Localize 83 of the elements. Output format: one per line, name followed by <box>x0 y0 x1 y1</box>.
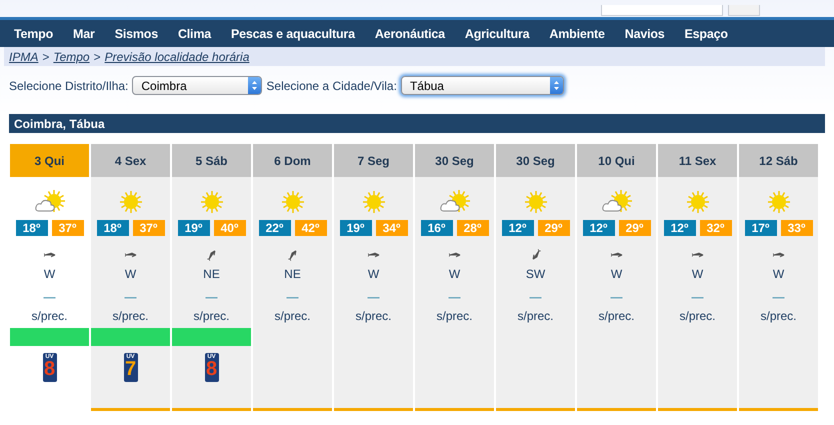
nav-link[interactable]: Navios <box>614 26 675 40</box>
wind-direction: W <box>44 267 56 281</box>
day-tab[interactable]: 30 Seg <box>415 144 494 177</box>
day-tab[interactable]: 6 Dom <box>253 144 332 177</box>
day-tab[interactable]: 12 Sáb <box>739 144 818 177</box>
precipitation-mark: — <box>692 290 704 304</box>
max-temperature: 37º <box>132 220 164 236</box>
wind-direction: W <box>368 267 380 281</box>
nav-link[interactable]: Mar <box>63 26 105 40</box>
max-temperature: 40º <box>214 220 246 236</box>
day-tab[interactable]: 11 Sex <box>658 144 737 177</box>
breadcrumb-separator: > <box>42 50 50 64</box>
min-temperature: 22º <box>258 220 290 236</box>
min-temperature: 16º <box>420 220 452 236</box>
day-tab[interactable]: 5 Sáb <box>172 144 251 177</box>
max-temperature: 29º <box>538 220 570 236</box>
wind-direction: SW <box>526 267 546 281</box>
section-header: Coimbra, Tábua <box>9 114 825 133</box>
day-tab[interactable]: 30 Seg <box>496 144 575 177</box>
min-temperature: 12º <box>664 220 696 236</box>
search-field[interactable] <box>601 5 723 16</box>
precipitation-mark: — <box>124 290 136 304</box>
precipitation-mark: — <box>206 290 218 304</box>
precipitation-text: s/prec. <box>517 309 554 323</box>
nav-link[interactable]: Tempo <box>4 26 64 40</box>
min-temperature: 18º <box>96 220 128 236</box>
min-temperature: 19º <box>178 220 210 236</box>
precipitation-mark: — <box>368 290 380 304</box>
precipitation-text: s/prec. <box>679 309 716 323</box>
day-tab[interactable]: 10 Qui <box>577 144 656 177</box>
max-temperature: 34º <box>376 220 408 236</box>
wind-direction: W <box>772 267 784 281</box>
min-temperature: 12º <box>502 220 534 236</box>
breadcrumb-link[interactable]: Tempo <box>53 50 90 64</box>
breadcrumb-link[interactable]: Previsão localidade horária <box>104 50 250 64</box>
nav-link[interactable]: Agricultura <box>454 26 540 40</box>
day-tab[interactable]: 4 Sex <box>91 144 170 177</box>
min-temperature: 17º <box>744 220 776 236</box>
filter-label: Selecione a Cidade/Vila: <box>266 78 397 92</box>
precipitation-text: s/prec. <box>436 309 472 323</box>
max-temperature: 42º <box>294 220 326 236</box>
precipitation-text: s/prec. <box>193 309 230 323</box>
nav-link[interactable]: Clima <box>168 26 221 40</box>
precipitation-mark: — <box>448 290 460 304</box>
precipitation-text: s/prec. <box>31 309 68 323</box>
nav-link[interactable]: Ambiente <box>539 26 615 40</box>
max-temperature: 29º <box>618 220 650 236</box>
min-temperature: 18º <box>16 220 48 236</box>
wind-direction: W <box>448 267 460 281</box>
precipitation-mark: — <box>530 290 542 304</box>
max-temperature: 33º <box>780 220 812 236</box>
precipitation-mark: — <box>286 290 298 304</box>
wind-direction: W <box>692 267 704 281</box>
nav-link[interactable]: Aeronáutica <box>364 26 455 40</box>
nav-link[interactable]: Sismos <box>104 26 168 40</box>
day-tab[interactable]: 7 Seg <box>334 144 413 177</box>
precipitation-text: s/prec. <box>355 309 392 323</box>
wind-direction: W <box>610 267 622 281</box>
wind-direction: NE <box>284 267 301 281</box>
max-temperature: 28º <box>456 220 488 236</box>
filter-label: Selecione Distrito/Ilha: <box>9 78 128 92</box>
max-temperature: 32º <box>700 220 732 236</box>
min-temperature: 12º <box>582 220 614 236</box>
precipitation-mark: — <box>44 290 56 304</box>
nav-link[interactable]: Espaço <box>674 26 738 40</box>
min-temperature: 19º <box>340 220 372 236</box>
precipitation-mark: — <box>772 290 784 304</box>
nav-link[interactable]: Pescas e aquacultura <box>221 26 365 40</box>
dropdown-select[interactable]: Tábua <box>400 76 564 95</box>
day-tab[interactable]: 3 Qui <box>10 144 89 177</box>
stepper-arrows-icon[interactable] <box>550 77 563 94</box>
stepper-arrows-icon[interactable] <box>248 77 262 94</box>
wind-direction: NE <box>203 267 220 281</box>
dropdown-select[interactable]: Coimbra <box>132 76 262 95</box>
precipitation-text: s/prec. <box>760 309 796 323</box>
max-temperature: 37º <box>52 220 84 236</box>
precipitation-text: s/prec. <box>598 309 634 323</box>
precipitation-text: s/prec. <box>274 309 310 323</box>
breadcrumb-link[interactable]: IPMA <box>9 50 38 64</box>
breadcrumb-separator: > <box>94 50 101 64</box>
wind-direction: W <box>124 267 136 281</box>
precipitation-mark: — <box>610 290 622 304</box>
precipitation-text: s/prec. <box>112 309 148 323</box>
